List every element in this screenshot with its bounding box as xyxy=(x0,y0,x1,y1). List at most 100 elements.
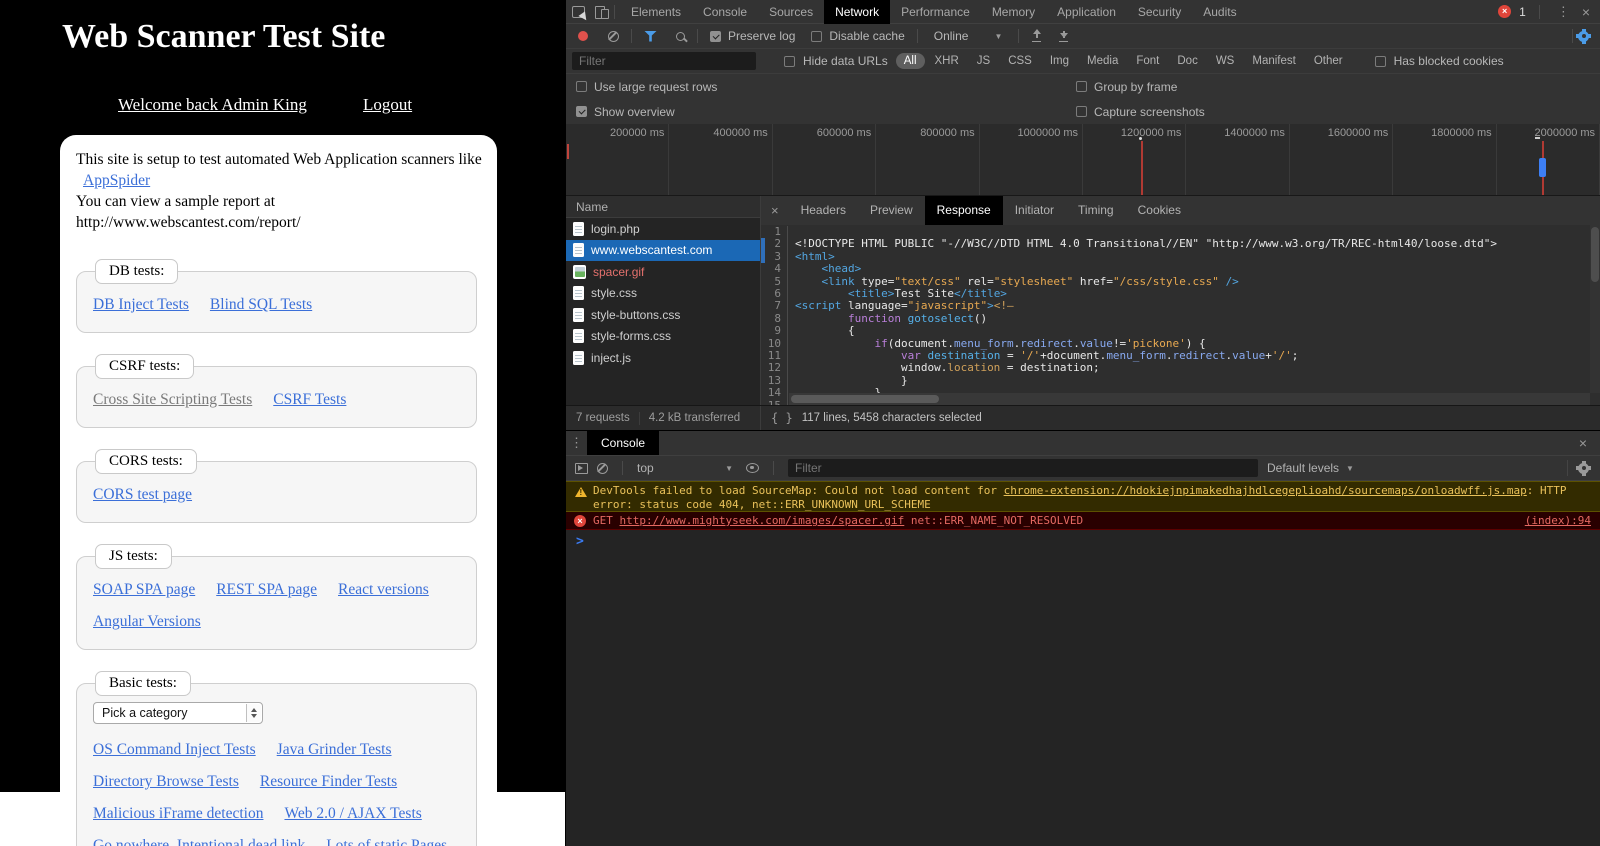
throttling-dropdown[interactable]: Online ▼ xyxy=(930,29,1007,43)
console-sidebar-icon[interactable] xyxy=(575,463,588,474)
detail-tab-response[interactable]: Response xyxy=(925,196,1003,225)
error-badge-icon[interactable]: × xyxy=(1498,5,1511,18)
tab-performance[interactable]: Performance xyxy=(890,0,981,24)
horizontal-scrollbar-thumb[interactable] xyxy=(791,395,939,403)
link-cross-site-scripting-tests[interactable]: Cross Site Scripting Tests xyxy=(93,389,252,410)
pill-js[interactable]: JS xyxy=(969,53,998,69)
link-db-inject-tests[interactable]: DB Inject Tests xyxy=(93,294,189,315)
devtools-menu-icon[interactable]: ⋮ xyxy=(1553,4,1574,20)
network-overview-timeline[interactable]: 200000 ms400000 ms600000 ms800000 ms1000… xyxy=(566,124,1600,196)
disable-cache-checkbox[interactable] xyxy=(811,31,822,42)
horizontal-scrollbar[interactable] xyxy=(789,393,1590,405)
error-source-link[interactable]: (index):94 xyxy=(1525,514,1600,527)
pill-other[interactable]: Other xyxy=(1306,53,1351,69)
network-settings-gear-icon[interactable] xyxy=(1578,31,1589,42)
link-rest-spa-page[interactable]: REST SPA page xyxy=(216,579,317,600)
link-soap-spa-page[interactable]: SOAP SPA page xyxy=(93,579,195,600)
capture-screenshots-checkbox[interactable] xyxy=(1076,106,1087,117)
appspider-link[interactable]: AppSpider xyxy=(83,172,150,189)
request-row-style-css[interactable]: style.css xyxy=(566,283,760,305)
large-rows-checkbox[interactable] xyxy=(576,81,587,92)
detail-tab-cookies[interactable]: Cookies xyxy=(1126,196,1193,225)
record-icon[interactable] xyxy=(578,31,588,41)
tab-console[interactable]: Console xyxy=(692,0,758,24)
filter-icon[interactable] xyxy=(644,31,657,42)
device-toolbar-icon[interactable] xyxy=(595,5,609,18)
search-icon[interactable] xyxy=(676,32,685,41)
code-text: <!DOCTYPE HTML PUBLIC "-//W3C//DTD HTML … xyxy=(788,238,1497,250)
drawer-menu-icon[interactable]: ⋮ xyxy=(566,435,587,451)
export-har-icon[interactable] xyxy=(1058,30,1069,42)
request-row-inject-js[interactable]: inject.js xyxy=(566,347,760,369)
clear-console-icon[interactable] xyxy=(597,463,608,474)
failed-request-link[interactable]: http://www.mightyseek.com/images/spacer.… xyxy=(620,514,905,527)
link-react-versions[interactable]: React versions xyxy=(338,579,429,600)
context-dropdown[interactable]: top ▼ xyxy=(637,461,737,475)
link-malicious-iframe-detection[interactable]: Malicious iFrame detection xyxy=(93,803,263,824)
console-filter-input[interactable] xyxy=(788,459,1258,477)
pill-font[interactable]: Font xyxy=(1128,53,1167,69)
request-row-style-forms-css[interactable]: style-forms.css xyxy=(566,326,760,348)
close-detail-icon[interactable]: × xyxy=(761,203,789,218)
link-java-grinder-tests[interactable]: Java Grinder Tests xyxy=(277,739,392,760)
group-by-frame-checkbox[interactable] xyxy=(1076,81,1087,92)
pill-doc[interactable]: Doc xyxy=(1169,53,1205,69)
link-go-nowhere-intentional-dead-link[interactable]: Go nowhere. Intentional dead link xyxy=(93,835,305,846)
preserve-log-checkbox[interactable] xyxy=(710,31,721,42)
close-drawer-icon[interactable]: × xyxy=(1579,435,1600,451)
pill-xhr[interactable]: XHR xyxy=(927,53,967,69)
live-expression-icon[interactable] xyxy=(746,463,759,473)
console-tab[interactable]: Console xyxy=(587,431,659,456)
pill-ws[interactable]: WS xyxy=(1208,53,1243,69)
tab-elements[interactable]: Elements xyxy=(620,0,692,24)
hide-data-urls-checkbox[interactable] xyxy=(784,56,795,67)
format-braces-icon[interactable]: { } xyxy=(771,411,793,425)
tab-memory[interactable]: Memory xyxy=(981,0,1046,24)
link-csrf-tests[interactable]: CSRF Tests xyxy=(273,389,346,410)
overview-marker-left xyxy=(567,144,569,159)
vertical-scrollbar-thumb[interactable] xyxy=(1591,227,1599,282)
request-row-login-php[interactable]: login.php xyxy=(566,218,760,240)
pill-img[interactable]: Img xyxy=(1042,53,1077,69)
log-levels-dropdown[interactable]: Default levels ▼ xyxy=(1267,461,1354,475)
console-settings-gear-icon[interactable] xyxy=(1578,463,1589,474)
pill-media[interactable]: Media xyxy=(1079,53,1126,69)
request-row-style-buttons-css[interactable]: style-buttons.css xyxy=(566,304,760,326)
tab-application[interactable]: Application xyxy=(1046,0,1127,24)
response-editor[interactable]: 12<!DOCTYPE HTML PUBLIC "-//W3C//DTD HTM… xyxy=(761,225,1600,405)
tab-sources[interactable]: Sources xyxy=(758,0,824,24)
link-resource-finder-tests[interactable]: Resource Finder Tests xyxy=(260,771,397,792)
pill-all[interactable]: All xyxy=(896,53,925,69)
devtools-close-icon[interactable]: × xyxy=(1582,4,1590,20)
sourcemap-link[interactable]: chrome-extension://hdokiejnpimakedhajhdl… xyxy=(1004,484,1527,497)
tab-security[interactable]: Security xyxy=(1127,0,1192,24)
tab-network[interactable]: Network xyxy=(824,0,890,24)
clear-icon[interactable] xyxy=(608,31,619,42)
request-row-spacer-gif[interactable]: spacer.gif xyxy=(566,261,760,283)
link-angular-versions[interactable]: Angular Versions xyxy=(93,611,201,632)
logout-link[interactable]: Logout xyxy=(363,95,412,115)
category-select[interactable]: Pick a category xyxy=(93,702,263,724)
network-filter-input[interactable] xyxy=(572,52,756,70)
request-row-www-webscantest-com[interactable]: www.webscantest.com xyxy=(566,240,760,262)
inspect-element-icon[interactable] xyxy=(572,6,585,18)
link-lots-of-static-pages[interactable]: Lots of static Pages xyxy=(326,835,447,846)
tab-audits[interactable]: Audits xyxy=(1192,0,1247,24)
pill-manifest[interactable]: Manifest xyxy=(1244,53,1303,69)
link-blind-sql-tests[interactable]: Blind SQL Tests xyxy=(210,294,312,315)
detail-tab-timing[interactable]: Timing xyxy=(1066,196,1126,225)
console-input-area[interactable]: > xyxy=(566,530,1600,846)
show-overview-checkbox[interactable] xyxy=(576,106,587,117)
link-os-command-inject-tests[interactable]: OS Command Inject Tests xyxy=(93,739,256,760)
has-blocked-cookies-checkbox[interactable] xyxy=(1375,56,1386,67)
import-har-icon[interactable] xyxy=(1031,30,1042,42)
detail-tab-headers[interactable]: Headers xyxy=(789,196,858,225)
welcome-link[interactable]: Welcome back Admin King xyxy=(118,95,307,115)
link-directory-browse-tests[interactable]: Directory Browse Tests xyxy=(93,771,239,792)
detail-tab-initiator[interactable]: Initiator xyxy=(1003,196,1066,225)
pill-css[interactable]: CSS xyxy=(1000,53,1040,69)
detail-tab-preview[interactable]: Preview xyxy=(858,196,925,225)
link-cors-test-page[interactable]: CORS test page xyxy=(93,484,192,505)
vertical-scrollbar[interactable] xyxy=(1590,225,1600,393)
link-web-2-0-ajax-tests[interactable]: Web 2.0 / AJAX Tests xyxy=(284,803,421,824)
